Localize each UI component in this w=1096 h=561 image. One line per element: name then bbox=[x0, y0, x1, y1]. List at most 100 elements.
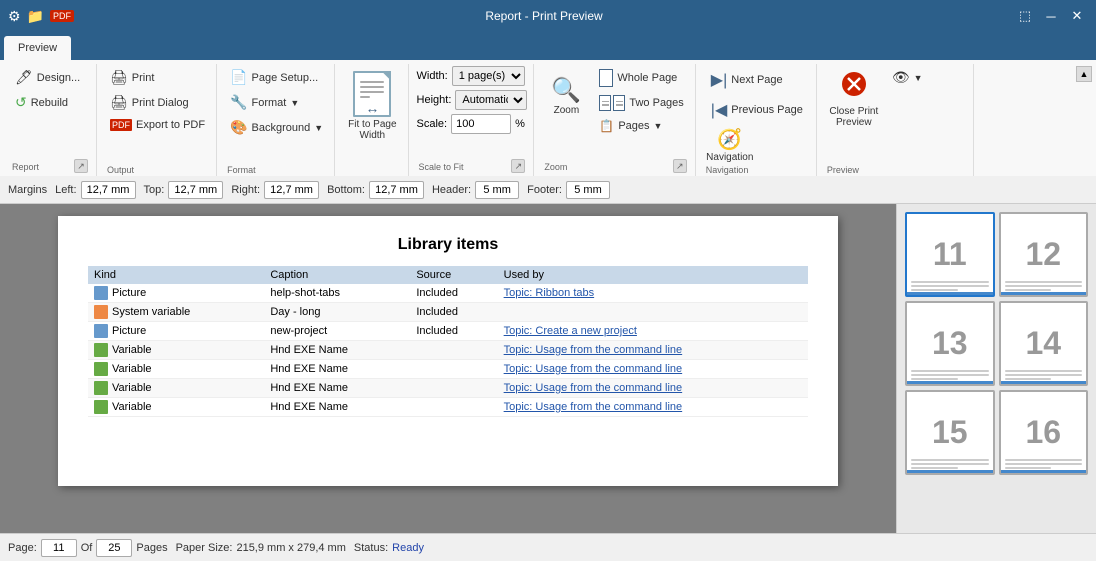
height-row: Height: Automatic bbox=[417, 90, 528, 110]
width-label: Width: bbox=[417, 70, 448, 82]
title-bar-left: ⚙ 📁 PDF bbox=[8, 8, 74, 25]
ribbon-group-fit: ↔ Fit to PageWidth bbox=[337, 64, 408, 176]
navigation-button[interactable]: 🧭 Navigation bbox=[704, 126, 756, 164]
thumb-lines bbox=[1005, 370, 1083, 380]
export-pdf-button[interactable]: PDF Export to PDF bbox=[105, 116, 210, 134]
ribbon-collapse-button[interactable]: ▲ bbox=[1076, 66, 1092, 82]
design-button[interactable]: 🖊 Design... bbox=[10, 66, 90, 89]
whole-page-button[interactable]: Whole Page bbox=[594, 66, 688, 90]
close-preview-icon bbox=[839, 69, 869, 106]
scale-group-content: Width: 1 page(s) Height: Automatic Scale… bbox=[417, 66, 528, 158]
header-margin-input[interactable] bbox=[475, 181, 519, 199]
cell-kind: Variable bbox=[88, 398, 264, 417]
cell-caption: new-project bbox=[264, 322, 410, 341]
height-select[interactable]: Automatic bbox=[455, 90, 527, 110]
previous-page-button[interactable]: |◀ Previous Page bbox=[704, 96, 810, 124]
design-icon: 🖊 bbox=[15, 69, 33, 86]
tab-preview[interactable]: Preview bbox=[4, 36, 71, 60]
library-table: Kind Caption Source Used by Picture help… bbox=[88, 266, 808, 417]
bottom-margin-input[interactable] bbox=[369, 181, 424, 199]
pdf-icon[interactable]: PDF bbox=[50, 10, 74, 22]
whole-page-icon bbox=[599, 69, 613, 87]
output-group-footer: Output bbox=[105, 164, 210, 176]
col-caption: Caption bbox=[264, 266, 410, 284]
thumbnail-item[interactable]: 12 bbox=[999, 212, 1089, 297]
two-pages-button[interactable]: Two Pages bbox=[594, 92, 688, 114]
background-button[interactable]: 🎨 Background ▼ bbox=[225, 116, 328, 139]
right-margin-input[interactable] bbox=[264, 181, 319, 199]
top-label: Top: bbox=[144, 184, 165, 196]
scale-collapse-btn[interactable]: ↗ bbox=[511, 159, 525, 173]
fit-page-lines bbox=[360, 81, 384, 98]
cell-usedby: Topic: Create a new project bbox=[498, 322, 808, 341]
print-icon: 🖨 bbox=[110, 69, 128, 86]
cell-caption: help-shot-tabs bbox=[264, 284, 410, 303]
ribbon-group-zoom: 🔍 Zoom Whole Page bbox=[536, 64, 695, 176]
pdf-export-icon: PDF bbox=[110, 119, 132, 131]
ribbon-group-output: 🖨 Print 🖨 Print Dialog PDF Export to PDF… bbox=[99, 64, 217, 176]
left-label: Left: bbox=[55, 184, 76, 196]
thumb-line bbox=[1005, 285, 1083, 287]
footer-margin-input[interactable] bbox=[566, 181, 610, 199]
page-number-input[interactable] bbox=[41, 539, 77, 557]
close-preview-button[interactable]: Close PrintPreview bbox=[825, 66, 883, 130]
close-button[interactable]: ✕ bbox=[1066, 5, 1088, 27]
thumbnail-item[interactable]: 11 bbox=[905, 212, 995, 297]
zoom-label: Zoom bbox=[554, 105, 580, 116]
thumb-line-short bbox=[1005, 378, 1052, 380]
fit-to-page-button[interactable]: ↔ Fit to PageWidth bbox=[343, 66, 401, 146]
bottom-label: Bottom: bbox=[327, 184, 365, 196]
pages-button[interactable]: 📋 Pages ▼ bbox=[594, 116, 688, 136]
left-margin-input[interactable] bbox=[81, 181, 136, 199]
fit-page-line-1 bbox=[360, 81, 384, 83]
width-select[interactable]: 1 page(s) bbox=[452, 66, 525, 86]
cell-source bbox=[410, 379, 497, 398]
thumbnail-item[interactable]: 13 bbox=[905, 301, 995, 386]
eye-button[interactable]: 👁 ▼ bbox=[887, 66, 967, 89]
kind-icon bbox=[94, 400, 108, 414]
thumb-lines bbox=[1005, 281, 1083, 291]
zoom-group-content: 🔍 Zoom Whole Page bbox=[542, 66, 688, 158]
thumbnail-item[interactable]: 16 bbox=[999, 390, 1089, 475]
print-dialog-button[interactable]: 🖨 Print Dialog bbox=[105, 91, 210, 114]
col-usedby: Used by bbox=[498, 266, 808, 284]
zoom-button[interactable]: 🔍 Zoom bbox=[542, 66, 590, 126]
paper-size-label: Paper Size: bbox=[176, 542, 233, 554]
cell-usedby: Topic: Usage from the command line bbox=[498, 360, 808, 379]
settings-icon[interactable]: ⚙ bbox=[8, 8, 21, 25]
print-button[interactable]: 🖨 Print bbox=[105, 66, 210, 89]
status-field: Status: Ready bbox=[354, 542, 424, 554]
thumb-number: 14 bbox=[1025, 325, 1061, 362]
cell-kind: Variable bbox=[88, 379, 264, 398]
folder-icon[interactable]: 📁 bbox=[27, 8, 44, 25]
kind-icon bbox=[94, 324, 108, 338]
minimize-button[interactable]: ─ bbox=[1040, 5, 1062, 27]
thumb-border bbox=[907, 470, 993, 473]
thumb-line bbox=[911, 281, 989, 283]
report-collapse-btn[interactable]: ↗ bbox=[74, 159, 88, 173]
zoom-collapse-btn[interactable]: ↗ bbox=[673, 159, 687, 173]
page-setup-button[interactable]: 📄 Page Setup... bbox=[225, 66, 328, 89]
scale-group-footer: Scale to Fit ↗ bbox=[417, 158, 528, 176]
thumbnail-item[interactable]: 15 bbox=[905, 390, 995, 475]
restore-button[interactable]: ⬚ bbox=[1014, 5, 1036, 27]
thumb-number: 16 bbox=[1025, 414, 1061, 451]
main-area: Library items Kind Caption Source Used b… bbox=[0, 204, 1096, 533]
page-setup-icon: 📄 bbox=[230, 69, 247, 86]
format-button[interactable]: 🔧 Format ▼ bbox=[225, 91, 328, 114]
fit-page-line-3 bbox=[360, 91, 384, 93]
fit-arrows: ↔ bbox=[365, 100, 379, 116]
next-page-button[interactable]: ▶| Next Page bbox=[704, 66, 790, 94]
total-pages-input[interactable] bbox=[96, 539, 132, 557]
thumbnail-panel: 11 12 13 14 15 bbox=[896, 204, 1096, 533]
scale-input[interactable] bbox=[451, 114, 511, 134]
height-label: Height: bbox=[417, 94, 452, 106]
thumbnail-item[interactable]: 14 bbox=[999, 301, 1089, 386]
thumb-border bbox=[1001, 292, 1087, 295]
top-margin-input[interactable] bbox=[168, 181, 223, 199]
rebuild-button[interactable]: ↺ Rebuild bbox=[10, 91, 90, 114]
fit-btn-label: Fit to PageWidth bbox=[348, 119, 396, 141]
table-row: Variable Hnd EXE Name Topic: Usage from … bbox=[88, 360, 808, 379]
cell-caption: Hnd EXE Name bbox=[264, 398, 410, 417]
pages-label: Pages bbox=[136, 542, 167, 554]
